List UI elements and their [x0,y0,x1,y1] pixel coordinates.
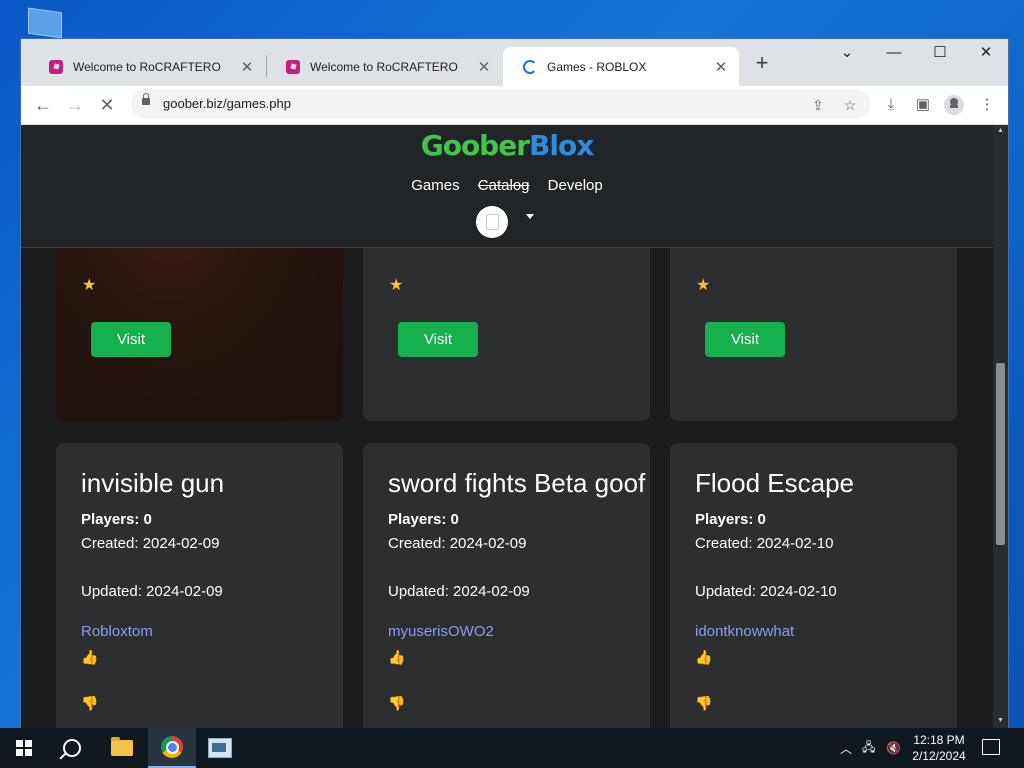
thumbs-up-icon[interactable]: 👍 [695,649,712,666]
app-window-icon [208,738,232,758]
favorite-star-icon[interactable]: ★ [696,275,710,295]
thumbs-up-icon[interactable]: 👍 [388,649,405,666]
nav-develop[interactable]: Develop [548,177,603,194]
visit-button[interactable]: Visit [91,322,171,357]
close-window-button[interactable]: ✕ [963,39,1008,69]
search-icon [63,739,81,757]
scrollbar-thumb[interactable] [996,363,1005,545]
site-logo[interactable]: GooberBlox [21,129,993,162]
thumbs-down-icon[interactable]: 👎 [388,695,405,712]
updated-date: Updated: 2024-02-10 [695,583,837,600]
visit-button[interactable]: Visit [705,322,785,357]
game-title[interactable]: Flood Escape [695,468,854,499]
show-hidden-icons[interactable]: ︿ [840,728,852,768]
players-count: Players: 0 [388,511,459,528]
tab-title: Welcome to RoCRAFTERO [73,59,221,74]
url-text[interactable]: goober.biz/games.php [163,96,291,111]
site-nav: Games Catalog Develop [21,177,993,194]
minimize-button[interactable]: — [871,39,917,69]
tab-search-icon[interactable]: ⌄ [824,39,870,69]
created-date: Created: 2024-02-09 [388,535,527,552]
roblox-icon [286,59,300,74]
chrome-taskbar-button[interactable] [148,728,196,768]
dropdown-caret-icon[interactable] [526,214,534,219]
download-icon[interactable]: ⤓ [881,95,901,115]
back-icon[interactable]: ← [31,93,55,117]
folder-icon [111,737,133,756]
taskbar: ︿ 🖧 🔇 12:18 PM 2/12/2024 [0,728,1024,768]
site-header: GooberBlox Games Catalog Develop [21,125,993,248]
author-link[interactable]: idontknowwhat [695,623,794,640]
windows-logo-icon [16,740,32,756]
thumbs-up-icon[interactable]: 👍 [81,649,98,666]
game-title[interactable]: sword fights Beta goof [388,468,645,499]
menu-kebab-icon[interactable]: ⋮ [977,95,997,115]
thumbs-down-icon[interactable]: 👎 [81,695,98,712]
new-tab-button[interactable]: + [749,51,775,77]
clock-time: 12:18 PM [913,733,965,747]
tab-title: Games - ROBLOX [547,59,647,74]
user-avatar[interactable] [476,206,508,238]
page-viewport: ★ Visit ★ Visit ★ Visit invisible gun Pl… [21,125,1008,728]
favorite-star-icon[interactable]: ★ [82,275,96,295]
game-card-sword-fights: sword fights Beta goof Players: 0 Create… [363,443,650,728]
scroll-down-icon[interactable]: ▼ [996,717,1005,724]
created-date: Created: 2024-02-09 [81,535,220,552]
chrome-icon [161,736,183,758]
roblox-icon [49,59,63,74]
forward-icon[interactable]: → [63,93,87,117]
logo-text-goober: Goober [420,129,530,162]
clock-date: 2/12/2024 [912,749,966,763]
thumbs-down-icon[interactable]: 👎 [695,695,712,712]
updated-date: Updated: 2024-02-09 [81,583,223,600]
author-link[interactable]: Robloxtom [81,623,153,640]
file-explorer-button[interactable] [98,728,146,768]
page-scrollbar[interactable]: ▲ ▼ [993,125,1008,728]
scroll-up-icon[interactable]: ▲ [996,127,1005,134]
tab-welcome-2[interactable]: Welcome to RoCRAFTERO ✕ [266,47,502,86]
created-date: Created: 2024-02-10 [695,535,834,552]
players-count: Players: 0 [695,511,766,528]
players-count: Players: 0 [81,511,152,528]
stop-loading-icon[interactable]: ✕ [95,93,119,117]
maximize-button[interactable]: ☐ [917,39,963,69]
profile-avatar-icon[interactable] [944,95,964,115]
updated-date: Updated: 2024-02-09 [388,583,530,600]
desktop-recycle-bin-icon[interactable] [28,7,62,39]
visit-button[interactable]: Visit [398,322,478,357]
tab-title: Welcome to RoCRAFTERO [310,59,458,74]
nav-games[interactable]: Games [411,177,459,194]
loading-spinner-icon [523,59,537,74]
author-link[interactable]: myuserisOWO2 [388,623,494,640]
game-title[interactable]: invisible gun [81,468,224,499]
close-tab-icon[interactable]: ✕ [711,58,731,76]
close-tab-icon[interactable]: ✕ [237,58,257,76]
notifications-icon[interactable] [982,739,1000,755]
tab-welcome-1[interactable]: Welcome to RoCRAFTERO ✕ [29,47,265,86]
game-card-invisible-gun: invisible gun Players: 0 Created: 2024-0… [56,443,343,728]
close-tab-icon[interactable]: ✕ [474,58,494,76]
bookmark-star-icon[interactable]: ☆ [841,96,859,114]
browser-window: Welcome to RoCRAFTERO ✕ Welcome to RoCRA… [21,39,1008,728]
tab-strip: Welcome to RoCRAFTERO ✕ Welcome to RoCRA… [21,39,1008,86]
volume-muted-icon[interactable]: 🔇 [886,728,901,768]
favorite-star-icon[interactable]: ★ [389,275,403,295]
game-card-flood-escape: Flood Escape Players: 0 Created: 2024-02… [670,443,957,728]
lock-icon[interactable] [142,93,150,105]
start-button[interactable] [0,728,48,768]
side-panel-icon[interactable]: ▣ [913,95,933,115]
nav-catalog[interactable]: Catalog [478,177,530,194]
browser-toolbar: ← → ✕ goober.biz/games.php ⇪ ☆ ⤓ ▣ ⋮ [21,86,1008,125]
share-icon[interactable]: ⇪ [809,96,827,114]
taskbar-clock[interactable]: 12:18 PM 2/12/2024 [904,732,974,764]
address-bar[interactable]: goober.biz/games.php ⇪ ☆ [131,89,871,119]
network-icon[interactable]: 🖧 [862,728,875,768]
search-button[interactable] [48,728,96,768]
logo-text-blox: Blox [529,129,594,162]
app-taskbar-button[interactable] [196,728,244,768]
tab-games-roblox[interactable]: Games - ROBLOX ✕ [503,47,739,86]
